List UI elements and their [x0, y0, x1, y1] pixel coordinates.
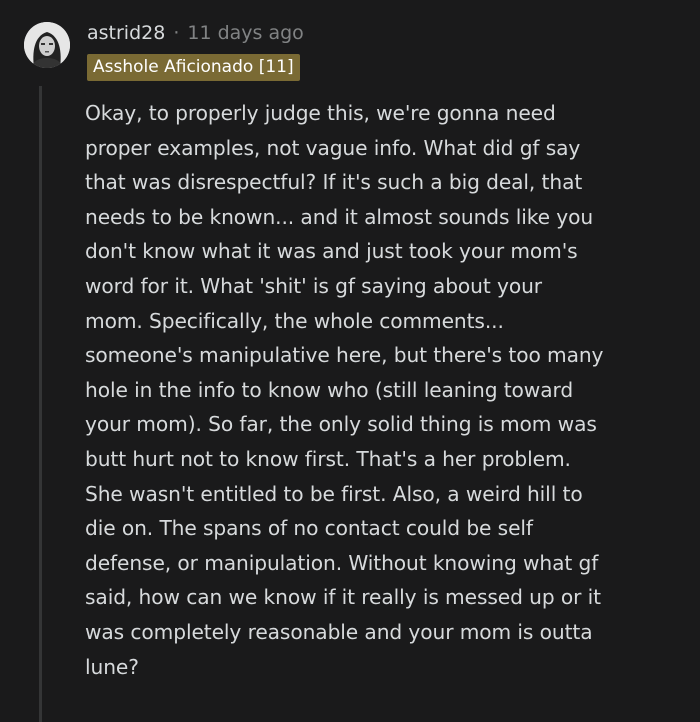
- comment-body-line: don't know what it was and just took you…: [85, 239, 578, 264]
- comment-body-line: needs to be known... and it almost sound…: [85, 204, 594, 229]
- comment-body: Okay, to properly judge this, we're gonn…: [85, 96, 685, 684]
- comment-body-line: She wasn't entitled to be first. Also, a…: [85, 481, 583, 506]
- comment: astrid28 · 11 days ago Asshole Aficionad…: [0, 0, 700, 722]
- comment-body-line: word for it. What 'shit' is gf saying ab…: [85, 273, 542, 298]
- user-avatar-icon[interactable]: [24, 22, 70, 68]
- comment-body-line: butt hurt not to know first. That's a he…: [85, 446, 571, 471]
- comment-body-line: proper examples, not vague info. What di…: [85, 135, 581, 160]
- comment-body-line: lune?: [85, 654, 139, 679]
- user-flair-badge: Asshole Aficionado [11]: [87, 54, 300, 81]
- thread-collapse-line[interactable]: [39, 86, 42, 722]
- timestamp-link[interactable]: 11 days ago: [187, 22, 303, 44]
- comment-body-line: hole in the info to know who (still lean…: [85, 377, 574, 402]
- username-link[interactable]: astrid28: [87, 22, 165, 44]
- comment-body-line: said, how can we know if it really is me…: [85, 585, 601, 610]
- comment-body-line: your mom). So far, the only solid thing …: [85, 412, 597, 437]
- comment-body-line: die on. The spans of no contact could be…: [85, 516, 533, 541]
- comment-body-line: that was disrespectful? If it's such a b…: [85, 170, 583, 195]
- comment-body-line: mom. Specifically, the whole comments...: [85, 308, 504, 333]
- comment-body-line: Okay, to properly judge this, we're gonn…: [85, 101, 556, 125]
- comment-body-line: was completely reasonable and your mom i…: [85, 619, 593, 644]
- comment-header: astrid28 · 11 days ago: [87, 18, 304, 48]
- comment-body-line: someone's manipulative here, but there's…: [85, 343, 604, 368]
- separator-dot: ·: [173, 22, 180, 44]
- comment-body-line: defense, or manipulation. Without knowin…: [85, 550, 599, 575]
